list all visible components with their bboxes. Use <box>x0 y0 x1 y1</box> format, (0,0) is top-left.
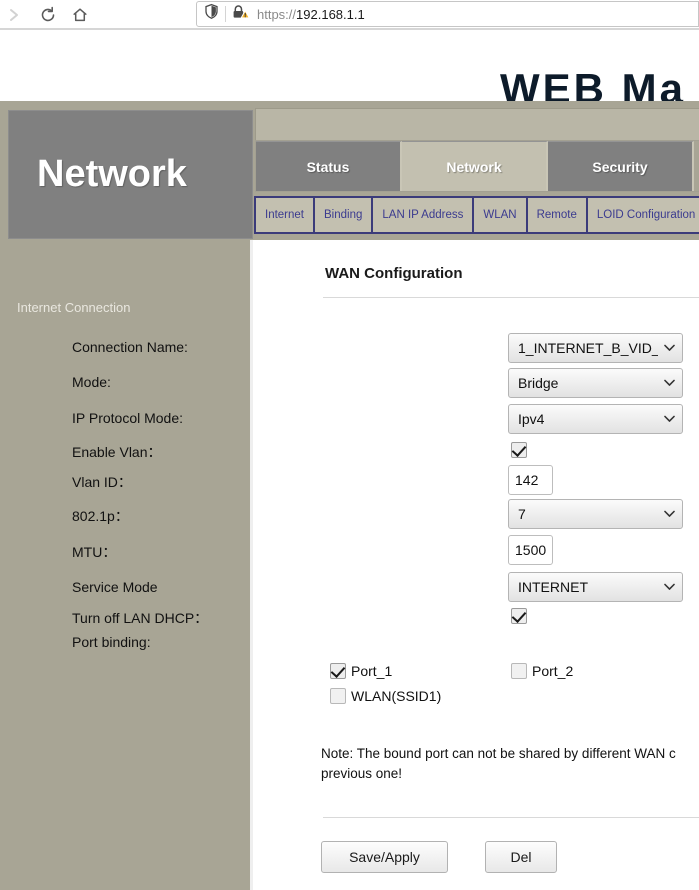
ip-protocol-mode-select[interactable]: Ipv4 <box>508 404 683 434</box>
save-apply-button[interactable]: Save/Apply <box>321 841 448 873</box>
subtab-binding[interactable]: Binding <box>315 198 373 232</box>
turn-off-lan-dhcp-checkbox[interactable] <box>511 608 527 624</box>
tabstrip-spacer <box>255 108 699 141</box>
row-mode: Mode: <box>72 374 111 390</box>
service-mode-label: Service Mode <box>72 579 158 595</box>
ip-protocol-select-wrap: Ipv4 <box>508 404 683 434</box>
vlan-id-input-wrap <box>508 465 553 495</box>
section-title: Network <box>37 153 187 196</box>
port-binding-label: Port binding: <box>72 634 151 650</box>
vlan-id-label: Vlan ID： <box>72 472 132 492</box>
form-actions: Save/Apply Del <box>321 841 557 873</box>
address-bar[interactable]: https://192.168.1.1 <box>196 1 699 27</box>
row-enable-vlan: Enable Vlan： <box>72 442 162 462</box>
dot1p-select[interactable]: 7 <box>508 499 683 529</box>
mtu-label: MTU： <box>72 542 116 562</box>
turn-off-lan-dhcp-label: Turn off LAN DHCP： <box>72 608 208 628</box>
turn-off-lan-dhcp-checkbox-wrap <box>511 607 527 625</box>
enable-vlan-checkbox[interactable] <box>511 442 527 458</box>
subtab-internet[interactable]: Internet <box>256 198 315 232</box>
port-2-label: Port_2 <box>532 663 573 679</box>
port-binding-item-port-1[interactable]: Port_1 <box>330 663 392 679</box>
reload-icon[interactable] <box>32 1 64 29</box>
identity-separator <box>225 6 226 22</box>
sidebar-item-internet-connection[interactable]: Internet Connection <box>17 300 130 315</box>
port-binding-item-wlan-ssid1[interactable]: WLAN(SSID1) <box>330 688 441 704</box>
subtab-lan-ip-address[interactable]: LAN IP Address <box>373 198 474 232</box>
mode-select[interactable]: Bridge <box>508 368 683 398</box>
url-host: 192.168.1.1 <box>296 7 365 22</box>
tab-status[interactable]: Status <box>256 141 402 191</box>
subtab-loid-configuration[interactable]: LOID Configuration <box>588 198 699 232</box>
delete-button[interactable]: Del <box>485 841 557 873</box>
mtu-input[interactable] <box>508 535 553 565</box>
home-icon[interactable] <box>64 1 96 29</box>
vlan-id-input[interactable] <box>508 465 553 495</box>
connection-name-select-wrap: 1_INTERNET_B_VID_14 <box>508 333 683 363</box>
row-ip-protocol-mode: IP Protocol Mode: <box>72 410 183 426</box>
browser-toolbar: https://192.168.1.1 <box>0 0 699 29</box>
sub-tabs: Internet Binding LAN IP Address WLAN Rem… <box>254 196 699 234</box>
url-text[interactable]: https://192.168.1.1 <box>257 7 365 22</box>
lock-warning-icon[interactable] <box>231 3 250 25</box>
enable-vlan-checkbox-wrap <box>511 441 527 459</box>
wlan-ssid1-label: WLAN(SSID1) <box>351 688 441 704</box>
url-scheme: https:// <box>257 7 296 22</box>
row-mtu: MTU： <box>72 542 116 562</box>
tab-security[interactable]: Security <box>548 141 694 191</box>
page-title: WAN Configuration <box>325 265 462 282</box>
row-service-mode: Service Mode <box>72 579 158 595</box>
row-port-binding: Port binding: <box>72 634 151 650</box>
tab-network[interactable]: Network <box>402 141 548 191</box>
row-8021p: 802.1p： <box>72 506 129 526</box>
section-title-panel: Network <box>8 110 253 239</box>
row-vlan-id: Vlan ID： <box>72 472 132 492</box>
divider-bottom <box>323 817 699 818</box>
service-mode-select-wrap: INTERNET <box>508 572 683 602</box>
port-binding-item-port-2[interactable]: Port_2 <box>511 663 573 679</box>
brand-title: WEB Ma <box>500 68 686 103</box>
subtab-wlan[interactable]: WLAN <box>474 198 527 232</box>
ip-protocol-mode-label: IP Protocol Mode: <box>72 410 183 426</box>
port-1-label: Port_1 <box>351 663 392 679</box>
dot1p-label: 802.1p： <box>72 506 129 526</box>
row-turn-off-lan-dhcp: Turn off LAN DHCP： <box>72 608 208 628</box>
mtu-input-wrap <box>508 535 553 565</box>
shield-icon[interactable] <box>203 3 220 25</box>
mode-label: Mode: <box>72 374 111 390</box>
connection-name-label: Connection Name: <box>72 339 188 355</box>
mode-select-wrap: Bridge <box>508 368 683 398</box>
divider-top <box>323 297 699 298</box>
page-header: WEB Ma <box>0 30 699 103</box>
port-1-checkbox[interactable] <box>330 663 346 679</box>
wlan-ssid1-checkbox[interactable] <box>330 688 346 704</box>
forward-arrow-icon[interactable] <box>0 1 32 29</box>
sidebar: Internet Connection <box>0 240 250 890</box>
service-mode-select[interactable]: INTERNET <box>508 572 683 602</box>
port-2-checkbox[interactable] <box>511 663 527 679</box>
dot1p-select-wrap: 7 <box>508 499 683 529</box>
note-text: Note: The bound port can not be shared b… <box>321 744 699 784</box>
subtab-remote[interactable]: Remote <box>528 198 588 232</box>
site-identity[interactable] <box>203 3 250 25</box>
browser-nav-icons <box>0 1 96 29</box>
main-tabs: Status Network Security <box>255 140 699 192</box>
enable-vlan-label: Enable Vlan： <box>72 442 162 462</box>
row-connection-name: Connection Name: <box>72 339 188 355</box>
connection-name-select[interactable]: 1_INTERNET_B_VID_14 <box>508 333 683 363</box>
